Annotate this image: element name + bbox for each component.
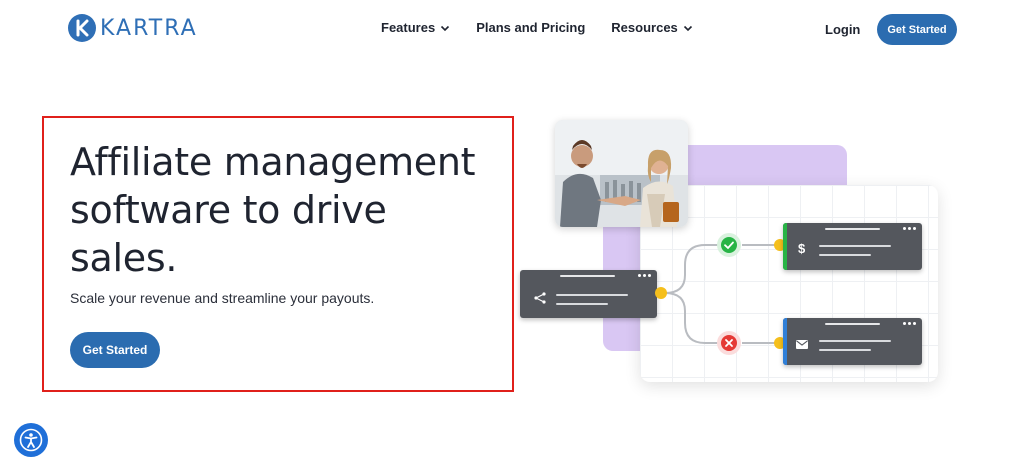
nav-item-label: Resources [611,20,678,35]
nav-item-features[interactable]: Features [381,20,450,35]
chevron-down-icon [441,25,450,31]
approved-status [717,233,741,257]
hero-highlight-box: Affiliate management software to drive s… [42,116,514,392]
hero-title: Affiliate management software to drive s… [70,140,476,280]
x-icon [721,335,737,351]
kartra-logo[interactable]: KARTRA [68,14,198,42]
brand-name: KARTRA [100,15,198,41]
accessibility-button[interactable] [14,423,48,457]
rejected-status [717,331,741,355]
card-menu-dots-icon[interactable] [903,322,916,325]
card-menu-dots-icon[interactable] [638,274,651,277]
nav-item-resources[interactable]: Resources [611,20,692,35]
header-get-started-button[interactable]: Get Started [877,14,957,45]
kartra-logo-mark-icon [68,14,96,42]
connector-node [655,287,667,299]
check-icon [721,237,737,253]
notification-workflow-card[interactable] [783,318,922,365]
hero-subtitle: Scale your revenue and streamline your p… [70,290,375,306]
nav-item-label: Plans and Pricing [476,20,586,35]
card-menu-dots-icon[interactable] [903,227,916,230]
login-link[interactable]: Login [825,22,860,37]
nav-item-plans-and-pricing[interactable]: Plans and Pricing [476,20,585,35]
dollar-icon: $ [798,241,806,256]
payout-workflow-card[interactable]: $ [783,223,922,270]
share-icon [534,292,546,304]
chevron-down-icon [683,25,692,31]
nav-item-label: Features [381,20,436,35]
hero-get-started-button[interactable]: Get Started [70,332,160,368]
mail-icon [796,340,808,349]
site-header: KARTRA Features Plans and Pricing Resour… [0,0,1024,60]
hero-illustration: $ [515,115,945,395]
source-workflow-card[interactable] [520,270,657,318]
accessibility-icon [19,428,43,452]
main-nav: Features Plans and Pricing Resources [381,20,693,35]
